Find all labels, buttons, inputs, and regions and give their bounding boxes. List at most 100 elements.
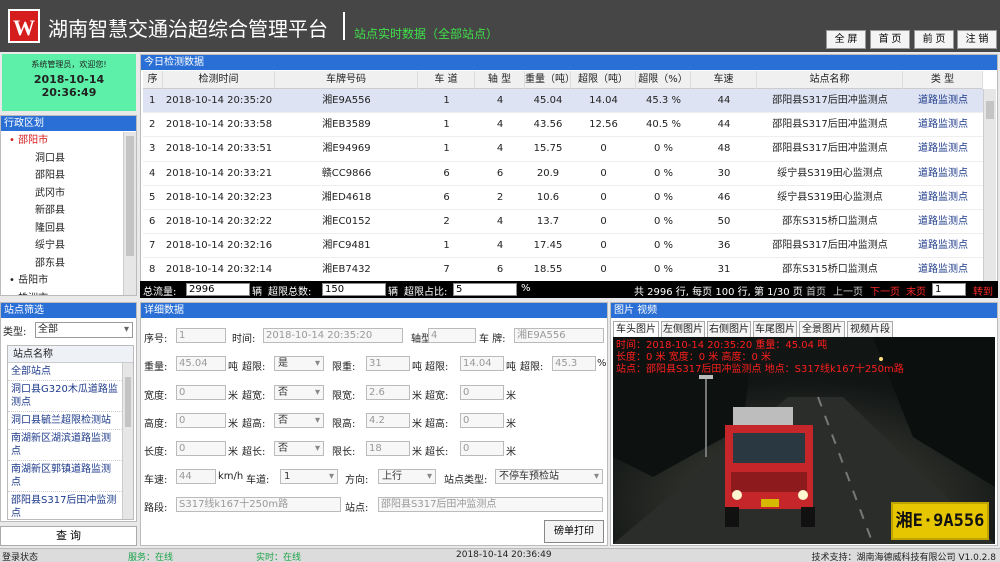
next-page-link[interactable]: 下一页 <box>870 283 900 298</box>
region-tree-item[interactable]: • 岳阳市 <box>1 272 123 290</box>
goto-page-link[interactable]: 转到 <box>973 283 993 298</box>
plate-field: 湘E9A556 <box>514 328 604 343</box>
over-weight-field: 14.04 <box>460 356 504 371</box>
tab-photo-3[interactable]: 车尾图片 <box>753 321 797 338</box>
station-type-select[interactable]: 全部 ▾ <box>35 322 133 338</box>
region-scrollbar[interactable] <box>123 132 136 295</box>
lane-select[interactable]: 1 <box>280 469 338 484</box>
table-column-header[interactable]: 超限（吨） <box>571 71 636 89</box>
table-row[interactable]: 7 2018-10-14 20:32:16 湘FC9481 1 4 17.45 0 0 % 36… <box>143 234 983 259</box>
welcome-date: 2018-10-14 <box>33 73 105 86</box>
table-cell: 0 % <box>653 167 674 179</box>
table-column-header[interactable]: 车速 <box>691 71 757 89</box>
region-tree-item[interactable]: 邵东县 <box>1 255 123 273</box>
region-tree-item[interactable]: 新邵县 <box>1 202 123 220</box>
query-button[interactable]: 查 询 <box>0 526 137 546</box>
tab-photo-1[interactable]: 左侧图片 <box>661 321 705 338</box>
status-bar: 登录状态 服务：在线 实时：在线 2018-10-14 20:36:49 技术支… <box>0 548 1000 562</box>
ow2-field: 0 <box>460 385 504 400</box>
tab-photo-0[interactable]: 车头图片 <box>613 321 659 338</box>
site-label: 站点: <box>345 503 369 514</box>
station-list-item[interactable]: 南湖新区郭镇道路监测点 <box>8 461 122 492</box>
oh-select[interactable]: 否 <box>274 413 324 428</box>
width-field: 0 <box>176 385 226 400</box>
region-tree-item[interactable]: 绥宁县 <box>1 237 123 255</box>
table-column-header[interactable]: 序号 <box>143 71 163 103</box>
table-cell: 0 % <box>653 264 674 276</box>
page-number-input[interactable]: 1 <box>932 283 966 296</box>
table-cell: 邵东S315桥口监测点 <box>782 264 878 276</box>
table-column-header[interactable]: 车牌号码 <box>275 71 418 89</box>
region-tree-item-label: 邵东县 <box>35 257 65 269</box>
tab-photo-5[interactable]: 视频片段 <box>847 321 893 338</box>
table-column-header[interactable]: 类 型 <box>903 71 983 89</box>
table-scrollbar[interactable] <box>983 89 996 281</box>
station-list-item[interactable]: 全部站点 <box>8 363 122 381</box>
ol-select[interactable]: 否 <box>274 441 324 456</box>
station-list-item[interactable]: 洞口县毓兰超限检测站 <box>8 412 122 430</box>
weight-limit-unit: 吨 <box>412 362 422 373</box>
prev-page-button[interactable]: 前 页 <box>914 30 954 49</box>
region-tree-item[interactable]: • 邵阳市 <box>1 132 123 150</box>
table-column-header[interactable]: 车 道 <box>418 71 475 89</box>
table-row[interactable]: 6 2018-10-14 20:32:22 湘EC0152 2 4 13.7 0 0 % 50 邵… <box>143 210 983 235</box>
region-tree-item[interactable]: 武冈市 <box>1 185 123 203</box>
table-cell: 2018-10-14 20:33:51 <box>165 143 273 155</box>
table-row[interactable]: 4 2018-10-14 20:33:21 赣CC9866 6 6 20.9 0 0 % 30 绥… <box>143 162 983 186</box>
height-field: 0 <box>176 413 226 428</box>
station-list-item[interactable]: 邵阳县S317后田冲监测点 <box>8 492 122 519</box>
ol-label: 超长: <box>242 447 266 458</box>
table-cell: 4 <box>496 216 504 227</box>
tab-photo-2[interactable]: 右侧图片 <box>707 321 751 338</box>
print-ticket-button[interactable]: 磅单打印 <box>544 520 604 543</box>
photo-overlay-line-3: 站点：邵阳县S317后田冲监测点 地点：S317线k167十250m路 <box>616 364 904 375</box>
table-cell: 13.7 <box>536 216 560 227</box>
table-cell: 湘ED4618 <box>321 191 372 203</box>
over-ratio-label: 超限占比: <box>404 287 448 298</box>
total-flow-unit: 辆 <box>252 287 262 298</box>
table-cell: 12.56 <box>589 119 618 131</box>
region-tree-item[interactable]: 洞口县 <box>1 150 123 168</box>
table-cell: 44 <box>717 119 731 131</box>
region-tree-item-label: 邵阳市 <box>18 135 49 146</box>
table-cell: 40.5 % <box>646 119 681 131</box>
station-type-field-select[interactable]: 不停车预检站 <box>495 469 603 484</box>
table-cell: 0 <box>600 216 607 227</box>
table-column-header[interactable]: 重量（吨） <box>525 71 575 89</box>
table-row[interactable]: 2 2018-10-14 20:33:58 湘EB3589 1 4 43.56 12.56 4… <box>143 113 983 138</box>
fullscreen-button[interactable]: 全 屏 <box>826 30 866 49</box>
first-page-link[interactable]: 首页 <box>806 283 826 298</box>
table-cell: 6 <box>149 216 156 227</box>
station-list-item[interactable]: 南湖新区湖滨道路监测点 <box>8 430 122 461</box>
station-list-item[interactable]: 洞口县G320木瓜道路监测点 <box>8 381 122 412</box>
station-scrollbar[interactable] <box>122 363 133 519</box>
table-cell: 45.04 <box>533 95 563 106</box>
table-row[interactable]: 1 2018-10-14 20:35:20 湘E9A556 1 4 45.04 14.04 4… <box>143 89 983 114</box>
lw-field: 2.6 <box>366 385 410 400</box>
region-tree-item[interactable]: • 株洲市 <box>1 290 123 296</box>
over-limit-select[interactable]: 是 <box>274 356 324 371</box>
table-column-header[interactable]: 超限（%） <box>636 71 691 89</box>
table-cell: 3 <box>149 143 156 155</box>
table-cell: 0 <box>600 240 607 252</box>
last-page-link[interactable]: 末页 <box>906 283 926 298</box>
table-row[interactable]: 5 2018-10-14 20:32:23 湘ED4618 6 2 10.6 0 0 % 46 绥… <box>143 186 983 210</box>
photo-panel: 图片 视频 车头图片 左侧图片 右侧图片 车尾图片 全景图片 视频片段 时间：2018- <box>610 302 998 546</box>
region-tree-item[interactable]: 隆回县 <box>1 220 123 238</box>
prev-page-link[interactable]: 上一页 <box>833 283 863 298</box>
region-tree-item[interactable]: 邵阳县 <box>1 167 123 185</box>
home-button[interactable]: 首 页 <box>870 30 910 49</box>
table-row[interactable]: 8 2018-10-14 20:32:14 湘EB7432 7 6 18.55 0 0 % 31… <box>143 258 983 283</box>
photo-overlay-line-2: 长度：0 米 宽度：0 米 高度：0 米 <box>616 352 771 363</box>
table-column-header[interactable]: 轴 型 <box>475 71 525 89</box>
height-label: 高度: <box>144 419 168 430</box>
table-row[interactable]: 3 2018-10-14 20:33:51 湘E94969 1 4 15.75 0 0 % 48… <box>143 137 983 162</box>
over-percent-field: 45.3 <box>552 356 596 371</box>
ow-select[interactable]: 否 <box>274 385 324 400</box>
table-column-header[interactable]: 检测时间 <box>163 71 275 89</box>
tab-photo-4[interactable]: 全景图片 <box>799 321 845 338</box>
logout-button[interactable]: 注 销 <box>957 30 997 49</box>
table-column-header[interactable]: 站点名称 <box>757 71 903 89</box>
table-cell: 湘EB7432 <box>322 264 371 276</box>
direction-select[interactable]: 上行 <box>378 469 436 484</box>
